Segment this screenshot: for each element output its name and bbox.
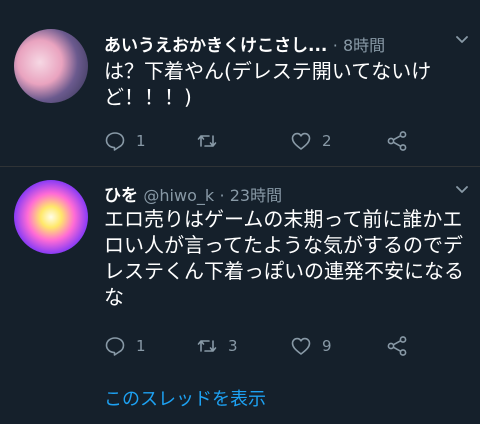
like-button[interactable]: 9: [290, 335, 332, 357]
tweet-text: エロ売りはゲームの末期って前に誰かエロい人が言ってたような気がするのでデレステく…: [104, 207, 464, 309]
tweet-actions: 1 3 9: [104, 335, 414, 357]
share-icon: [387, 336, 407, 356]
show-thread-link[interactable]: このスレッドを表示: [104, 385, 266, 411]
reply-icon: [105, 337, 125, 356]
like-count: 9: [322, 337, 332, 355]
tweet-header: ひを @hiwo_k · 23時間: [104, 181, 282, 206]
reply-count: 1: [136, 337, 146, 355]
display-name[interactable]: ひを: [104, 186, 138, 206]
retweet-icon: [197, 340, 217, 352]
avatar[interactable]: [14, 180, 88, 254]
reply-button[interactable]: 1: [104, 335, 146, 357]
share-button[interactable]: [386, 335, 408, 357]
tweet-meta: · 23時間: [219, 186, 283, 205]
tweet[interactable]: ひを @hiwo_k · 23時間 エロ売りはゲームの末期って前に誰かエロい人が…: [0, 0, 480, 356]
chevron-down-icon[interactable]: [456, 184, 468, 196]
retweet-count: 3: [228, 337, 238, 355]
retweet-button[interactable]: 3: [196, 335, 238, 357]
like-icon: [291, 337, 311, 355]
timestamp[interactable]: 23時間: [230, 186, 282, 205]
handle[interactable]: @hiwo_k: [143, 186, 214, 205]
